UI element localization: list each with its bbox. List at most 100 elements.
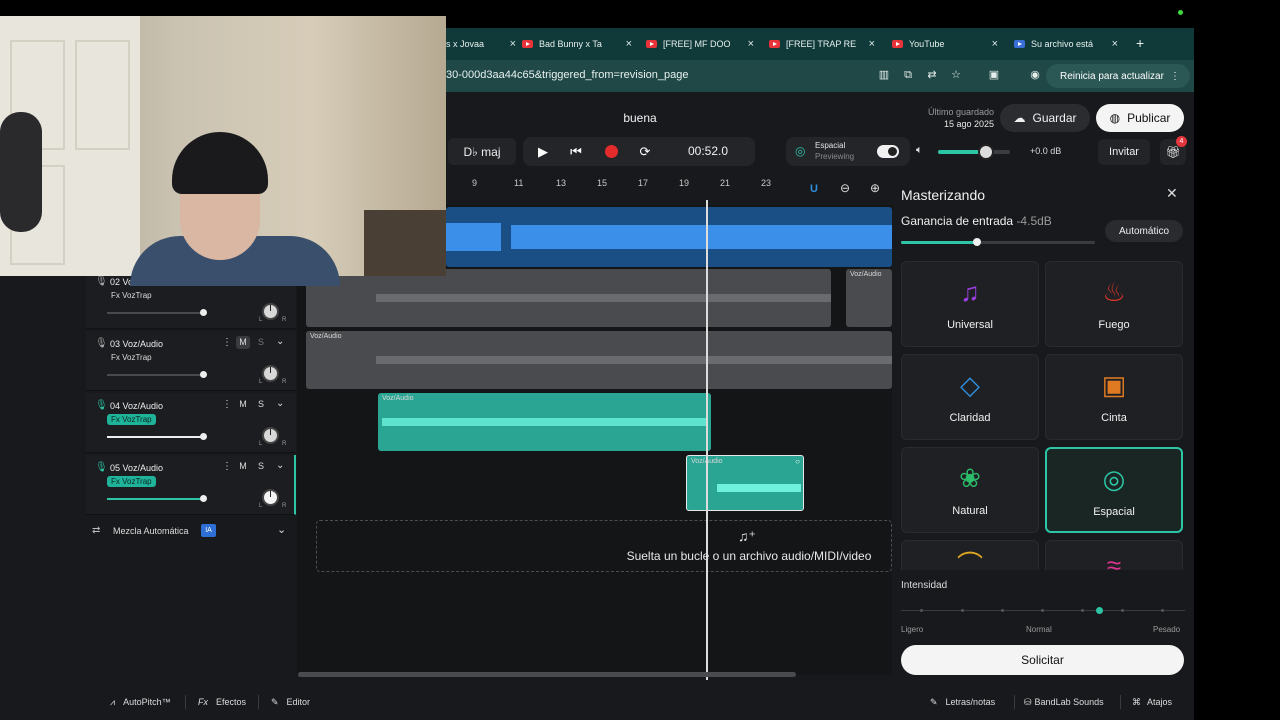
url-text[interactable]: 30-000d3aa44c65&triggered_from=revision_… <box>446 69 688 81</box>
close-icon[interactable]: ✕ <box>1166 185 1178 202</box>
track-volume-slider[interactable] <box>107 374 203 376</box>
solo-button[interactable]: S <box>254 460 268 473</box>
effects-button[interactable]: Fx Efectos <box>198 694 246 710</box>
key-selector[interactable]: D♭ maj <box>448 138 516 165</box>
fx-preset[interactable]: Fx VozTrap <box>107 414 156 425</box>
playhead[interactable] <box>706 200 708 680</box>
close-icon[interactable]: × <box>992 38 998 50</box>
loop-icon[interactable]: ⟳ <box>636 143 654 161</box>
track-header[interactable]: 🎙︎ 03 Voz/Audio Fx VozTrap ⋮ M S ⌄ L R <box>86 331 296 391</box>
track-volume-knob[interactable] <box>200 495 207 502</box>
track-header[interactable]: 🎙︎ 04 Voz/Audio Fx VozTrap ⋮ M S ⌄ L R <box>86 393 296 453</box>
record-icon[interactable] <box>605 145 618 158</box>
horizontal-scrollbar[interactable] <box>298 672 796 677</box>
save-button[interactable]: ☁ Guardar <box>1000 104 1090 132</box>
browser-tab[interactable]: [FREE] MF DOO × <box>646 31 754 57</box>
timeline-ruler[interactable] <box>446 175 892 199</box>
new-tab-button[interactable]: + <box>1136 35 1144 51</box>
pan-knob[interactable] <box>262 303 279 320</box>
track-volume-knob[interactable] <box>200 433 207 440</box>
close-icon[interactable]: × <box>748 38 754 50</box>
invite-button[interactable]: Invitar <box>1098 139 1150 165</box>
chevron-down-icon[interactable]: ⌄ <box>276 398 284 409</box>
drop-zone[interactable] <box>316 520 892 572</box>
editor-button[interactable]: ✎ Editor <box>271 694 310 710</box>
zoom-out-icon[interactable]: ⊖ <box>840 181 850 195</box>
master-volume-knob[interactable] <box>978 144 994 160</box>
lyrics-button[interactable]: ✎ Letras/notas <box>930 694 995 710</box>
chevron-down-icon[interactable]: ⌄ <box>276 336 284 347</box>
mute-button[interactable]: M <box>236 398 250 411</box>
translate-icon[interactable]: ⇄ <box>925 68 939 82</box>
reader-mode-icon[interactable]: ▥ <box>877 68 891 82</box>
track-header-selected[interactable]: 🎙︎ 05 Voz/Audio Fx VozTrap ⋮ M S ⌄ L R <box>86 455 296 515</box>
profile-avatar-icon[interactable]: ◉ <box>1028 68 1042 82</box>
input-gain-knob[interactable] <box>973 238 981 246</box>
chevron-down-icon[interactable]: ⌄ <box>277 523 286 536</box>
spatial-toggle[interactable] <box>877 145 899 158</box>
track-menu-icon[interactable]: ⋮ <box>222 337 232 348</box>
fx-preset[interactable]: Fx VozTrap <box>107 290 156 301</box>
fx-preset[interactable]: Fx VozTrap <box>107 476 156 487</box>
browser-tab[interactable]: YouTube × <box>892 31 998 57</box>
track-name[interactable]: 04 Voz/Audio <box>110 401 163 411</box>
bookmark-star-icon[interactable]: ☆ <box>949 68 963 82</box>
preset-fuego[interactable]: ♨ Fuego <box>1045 261 1183 347</box>
intensity-knob[interactable] <box>1096 607 1103 614</box>
track-volume-slider[interactable] <box>107 436 203 438</box>
audio-clip[interactable] <box>446 207 892 267</box>
audio-clip[interactable]: Voz/Audio <box>306 331 892 389</box>
skip-back-icon[interactable]: ⏮ <box>567 143 585 161</box>
play-icon[interactable]: ▶ <box>534 143 552 161</box>
track-menu-icon[interactable]: ⋮ <box>222 461 232 472</box>
audio-clip[interactable]: Voz/Audio <box>378 393 711 451</box>
browser-tab[interactable]: Bad Bunny x Ta × <box>522 31 632 57</box>
preset-espacial[interactable]: ◎ Espacial <box>1045 447 1183 533</box>
autopitch-button[interactable]: ⩘ AutoPitch™ <box>110 694 171 710</box>
close-icon[interactable]: × <box>869 38 875 50</box>
browser-tab[interactable]: s x Jovaa × <box>446 31 516 57</box>
track-menu-icon[interactable]: ⋮ <box>222 399 232 410</box>
track-volume-knob[interactable] <box>200 371 207 378</box>
fx-preset[interactable]: Fx VozTrap <box>107 352 156 363</box>
track-volume-slider[interactable] <box>107 312 203 314</box>
audio-clip[interactable] <box>306 269 831 327</box>
solo-button[interactable]: S <box>254 398 268 411</box>
speaker-icon[interactable]: 🔈︎ <box>916 144 923 157</box>
side-panel-icon[interactable]: ▣ <box>987 68 1001 82</box>
track-volume-slider[interactable] <box>107 498 203 500</box>
more-menu-icon[interactable]: ⋮ <box>1170 71 1180 82</box>
snap-magnet-icon[interactable]: U <box>810 183 818 195</box>
track-volume-knob[interactable] <box>200 309 207 316</box>
preset-cinta[interactable]: ▣ Cinta <box>1045 354 1183 440</box>
mute-button[interactable]: M <box>236 460 250 473</box>
preset-natural[interactable]: ❀ Natural <box>901 447 1039 533</box>
zoom-in-icon[interactable]: ⊕ <box>870 181 880 195</box>
shortcuts-button[interactable]: ⌘ Atajos <box>1132 694 1172 710</box>
project-title[interactable]: buena <box>600 111 680 125</box>
track-name[interactable]: 05 Voz/Audio <box>110 463 163 473</box>
browser-tab[interactable]: [FREE] TRAP RE × <box>769 31 875 57</box>
solo-button[interactable]: S <box>254 336 268 349</box>
chevron-down-icon[interactable]: ⌄ <box>276 460 284 471</box>
track-name[interactable]: 03 Voz/Audio <box>110 339 163 349</box>
auto-button[interactable]: Automático <box>1105 220 1183 242</box>
pan-knob[interactable] <box>262 365 279 382</box>
pan-knob[interactable] <box>262 427 279 444</box>
close-icon[interactable]: × <box>510 38 516 50</box>
pan-knob[interactable] <box>262 489 279 506</box>
audio-clip-selected[interactable]: Voz/Audio ○ <box>686 455 804 511</box>
audio-clip[interactable]: Voz/Audio <box>846 269 892 327</box>
install-app-icon[interactable]: ⧉ <box>901 68 915 82</box>
restart-update-button[interactable]: Reinicia para actualizar ⋮ <box>1046 64 1190 88</box>
bandlab-sounds-button[interactable]: ⛁ BandLab Sounds <box>1024 694 1104 710</box>
request-button[interactable]: Solicitar <box>901 645 1184 675</box>
preset-claridad[interactable]: ◇ Claridad <box>901 354 1039 440</box>
browser-tab[interactable]: Su archivo está × <box>1014 31 1118 57</box>
loop-handle-icon[interactable]: ○ <box>795 457 800 466</box>
mute-button[interactable]: M <box>236 336 250 349</box>
preset-universal[interactable]: ♫ Universal <box>901 261 1039 347</box>
close-icon[interactable]: × <box>626 38 632 50</box>
publish-button[interactable]: ◍ Publicar <box>1096 104 1184 132</box>
close-icon[interactable]: × <box>1112 38 1118 50</box>
